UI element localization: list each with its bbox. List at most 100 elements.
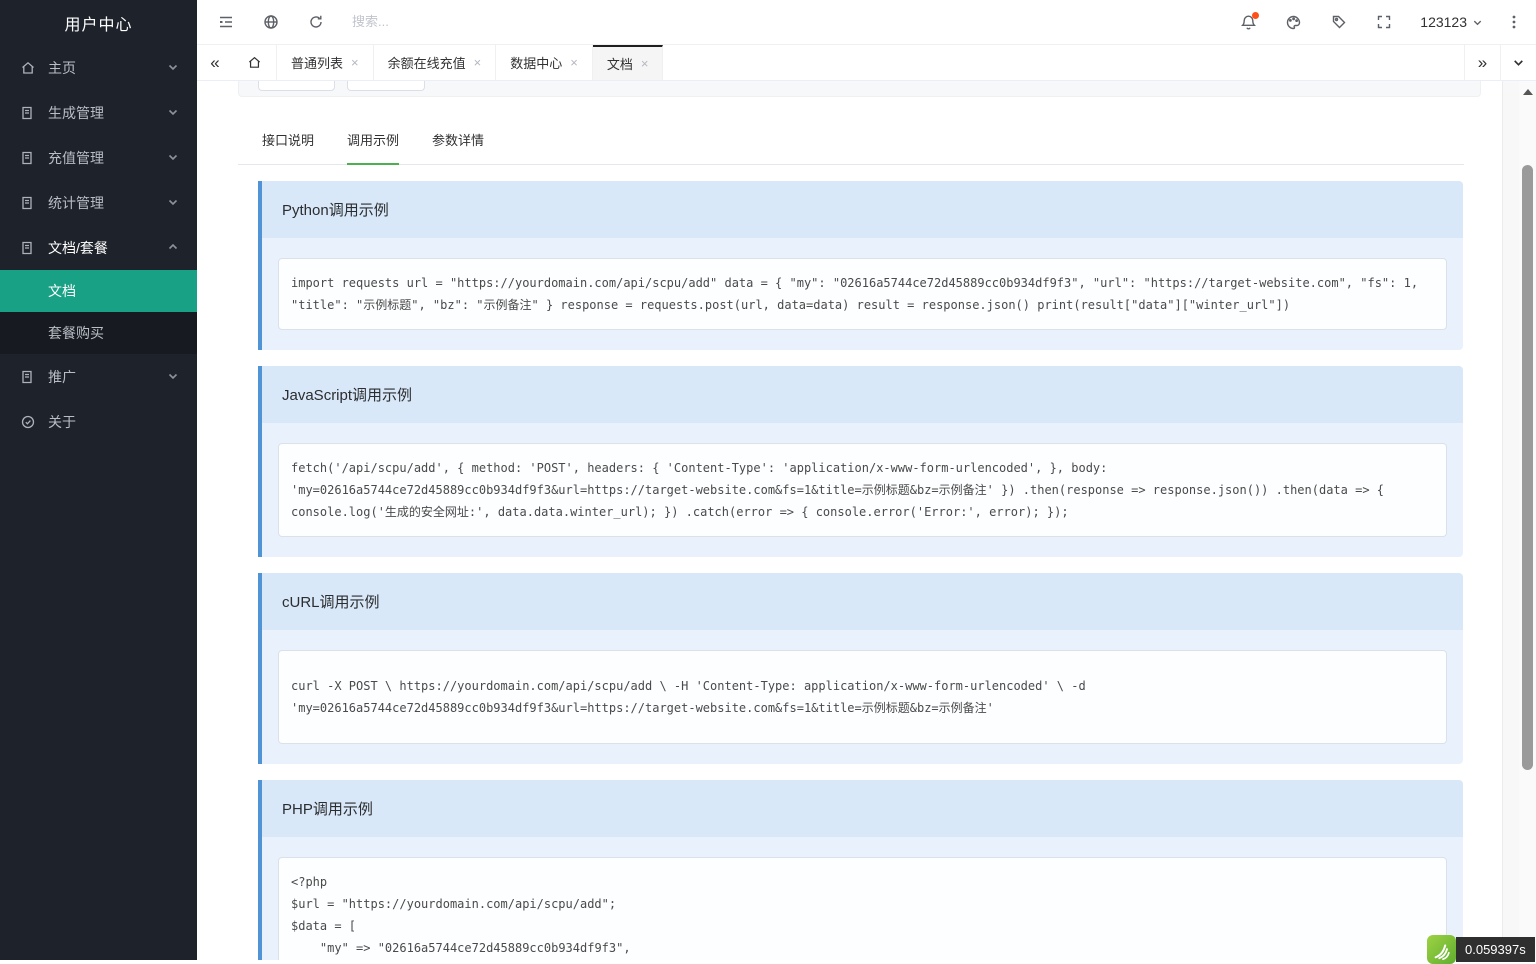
chevron-down-icon [1472, 17, 1483, 28]
shield-check-icon [20, 414, 36, 430]
docs-icon [20, 150, 36, 166]
load-time: 0.059397s [1456, 937, 1535, 962]
docs-icon [20, 240, 36, 256]
tabs-scroll-left-button[interactable]: « [197, 45, 233, 80]
tab-label: 普通列表 [291, 53, 343, 72]
curl-example-section: cURL调用示例 curl -X POST \ https://yourdoma… [258, 573, 1463, 764]
code-block: import requests url = "https://yourdomai… [278, 258, 1447, 330]
tag-button[interactable] [1316, 0, 1361, 45]
content-gutter [1502, 81, 1519, 960]
docs-icon [20, 105, 36, 121]
tab-label: 数据中心 [510, 53, 562, 72]
more-options-button[interactable] [1491, 0, 1536, 45]
chevron-down-icon [1512, 56, 1525, 69]
close-icon[interactable]: × [474, 55, 482, 70]
sidebar-item-label: 生成管理 [48, 103, 167, 123]
topbar: 123123 [197, 0, 1536, 45]
scrollbar-up-button[interactable] [1519, 83, 1536, 100]
home-icon [20, 60, 36, 76]
close-icon[interactable]: × [570, 55, 578, 70]
sidebar-item-label: 统计管理 [48, 193, 167, 213]
chevron-down-icon [167, 369, 179, 385]
search-input[interactable] [352, 14, 572, 29]
php-example-section: PHP调用示例 <?php $url = "https://yourdomain… [258, 780, 1463, 960]
sidebar: 用户中心 主页 生成管理 充值管理 统计管理 文档/套餐 [0, 0, 197, 960]
section-header: Python调用示例 [262, 181, 1463, 238]
sidebar-item-statistics[interactable]: 统计管理 [0, 180, 197, 225]
refresh-icon [308, 14, 324, 30]
fullscreen-button[interactable] [1361, 0, 1406, 45]
tab-home[interactable] [233, 45, 277, 80]
section-title: JavaScript调用示例 [282, 384, 1443, 405]
kebab-icon [1507, 14, 1521, 30]
sidebar-item-label: 充值管理 [48, 148, 167, 168]
sidebar-item-promotion[interactable]: 推广 [0, 354, 197, 399]
php-code: <?php $url = "https://yourdomain.com/api… [291, 871, 1434, 960]
menu-fold-icon [217, 13, 235, 31]
scrollbar-thumb[interactable] [1522, 165, 1533, 770]
main-content: 接口说明 调用示例 参数详情 Python调用示例 import request… [197, 81, 1519, 960]
section-header: JavaScript调用示例 [262, 366, 1463, 423]
section-title: Python调用示例 [282, 199, 1443, 220]
tab-label: 文档 [607, 54, 633, 73]
language-button[interactable] [248, 0, 293, 45]
close-icon[interactable]: × [351, 55, 359, 70]
refresh-button[interactable] [293, 0, 338, 45]
sidebar-item-about[interactable]: 关于 [0, 399, 197, 444]
toolbar-button[interactable] [347, 81, 425, 91]
tag-icon [1331, 14, 1347, 30]
sidebar-subitem-label: 套餐购买 [48, 323, 104, 343]
curl-code: curl -X POST \ https://yourdomain.com/ap… [291, 675, 1434, 719]
sidebar-item-label: 主页 [48, 58, 167, 78]
search-box [352, 13, 572, 31]
tab-data-center[interactable]: 数据中心 × [496, 45, 593, 80]
toolbar-button[interactable] [258, 81, 335, 91]
tab-docs[interactable]: 文档 × [593, 45, 664, 80]
tab-api-description[interactable]: 接口说明 [262, 118, 314, 164]
globe-icon [263, 14, 279, 30]
scrollbar-track[interactable] [1519, 81, 1536, 960]
section-body: import requests url = "https://yourdomai… [262, 238, 1463, 350]
sidebar-submenu: 文档 套餐购买 [0, 270, 197, 354]
section-body: curl -X POST \ https://yourdomain.com/ap… [262, 630, 1463, 764]
tabs-scroll-right-button[interactable]: » [1464, 45, 1500, 80]
theme-button[interactable] [1271, 0, 1316, 45]
home-icon [247, 55, 262, 70]
user-menu[interactable]: 123123 [1420, 14, 1483, 30]
docs-icon [20, 369, 36, 385]
chevron-down-icon [167, 195, 179, 211]
sidebar-item-recharge[interactable]: 充值管理 [0, 135, 197, 180]
page-tabbar: « 普通列表 × 余额在线充值 × 数据中心 × 文档 × » [197, 45, 1536, 81]
tabs-menu-button[interactable] [1500, 45, 1536, 80]
sidebar-item-home[interactable]: 主页 [0, 45, 197, 90]
tab-call-examples[interactable]: 调用示例 [347, 118, 399, 164]
javascript-code: fetch('/api/scpu/add', { method: 'POST',… [291, 457, 1434, 523]
chevron-down-icon [167, 150, 179, 166]
code-block: <?php $url = "https://yourdomain.com/api… [278, 857, 1447, 960]
sidebar-subitem-package-purchase[interactable]: 套餐购买 [0, 312, 197, 354]
doc-tabs: 接口说明 调用示例 参数详情 [238, 118, 1464, 165]
sidebar-item-generate[interactable]: 生成管理 [0, 90, 197, 135]
tab-balance-recharge[interactable]: 余额在线充值 × [374, 45, 497, 80]
javascript-example-section: JavaScript调用示例 fetch('/api/scpu/add', { … [258, 366, 1463, 557]
tab-label: 余额在线充值 [388, 53, 466, 72]
section-body: fetch('/api/scpu/add', { method: 'POST',… [262, 423, 1463, 557]
toolbar-card-partial [238, 81, 1481, 97]
sidebar-subitem-docs[interactable]: 文档 [0, 270, 197, 312]
tab-parameter-details[interactable]: 参数详情 [432, 118, 484, 164]
chevron-down-icon [167, 60, 179, 76]
section-body: <?php $url = "https://yourdomain.com/api… [262, 837, 1463, 960]
section-title: PHP调用示例 [282, 798, 1443, 819]
notifications-button[interactable] [1226, 0, 1271, 45]
code-block: fetch('/api/scpu/add', { method: 'POST',… [278, 443, 1447, 537]
sidebar-item-label: 文档/套餐 [48, 238, 167, 258]
chevron-up-icon [167, 240, 179, 256]
collapse-sidebar-button[interactable] [203, 0, 248, 45]
chevron-down-icon [167, 105, 179, 121]
close-icon[interactable]: × [641, 56, 649, 71]
tab-normal-list[interactable]: 普通列表 × [277, 45, 374, 80]
fullscreen-icon [1376, 14, 1392, 30]
sidebar-item-label: 推广 [48, 367, 167, 387]
sidebar-item-docs-packages[interactable]: 文档/套餐 [0, 225, 197, 270]
python-code: import requests url = "https://yourdomai… [291, 272, 1434, 316]
